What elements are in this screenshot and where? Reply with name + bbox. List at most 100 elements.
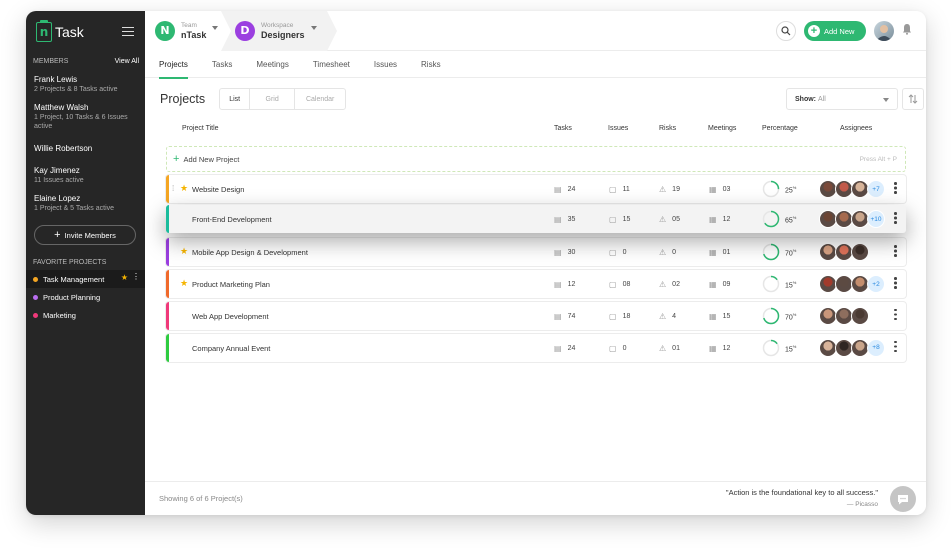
table-row[interactable]: Company Annual Event ▤ 24 ▢ 0 ⚠ 01 ▦ 12 15% +8: [166, 333, 906, 362]
add-new-project-row[interactable]: + Add New Project Press Alt + P: [166, 146, 906, 172]
bell-icon[interactable]: [902, 22, 912, 40]
page-header: Projects List Grid Calendar Show: All: [145, 78, 926, 120]
risks-count: ⚠ 01: [659, 344, 680, 353]
team-selector[interactable]: N Team nTask: [145, 11, 231, 51]
more-vertical-icon[interactable]: [894, 308, 897, 321]
sort-button[interactable]: [902, 88, 924, 110]
tab-issues[interactable]: Issues: [374, 51, 397, 78]
view-calendar[interactable]: Calendar: [295, 89, 345, 109]
meetings-value: 09: [722, 281, 731, 289]
table-header: Project Title Tasks Issues Risks Meeting…: [145, 120, 926, 140]
table-row[interactable]: ★ Mobile App Design & Development ▤ 30 ▢ 0 ⚠ 0 ▦…: [166, 238, 906, 267]
favorite-project-item[interactable]: Product Planning: [26, 288, 145, 306]
show-filter-select[interactable]: Show: All: [786, 88, 898, 110]
member-item[interactable]: Frank Lewis 2 Projects & 8 Tasks active: [26, 71, 145, 98]
more-vertical-icon[interactable]: [894, 340, 897, 353]
more-vertical-icon[interactable]: [894, 277, 897, 289]
tab-timesheet[interactable]: Timesheet: [313, 51, 350, 78]
assignee-avatar[interactable]: [851, 243, 869, 262]
table-row[interactable]: Web App Development ▤ 74 ▢ 18 ⚠ 4 ▦ 15 70%: [166, 301, 906, 330]
add-new-button[interactable]: + Add New: [804, 21, 866, 41]
table-row[interactable]: Front-End Development ▤ 35 ▢ 15 ⚠ 05 ▦ 12 65% +10: [166, 205, 906, 233]
more-assignees-badge[interactable]: +8: [867, 338, 885, 357]
issues-count: ▢ 11: [609, 185, 630, 194]
quote: "Action is the foundational key to all s…: [726, 488, 878, 508]
more-assignees-badge[interactable]: +2: [867, 275, 885, 294]
invite-members-button[interactable]: + Invite Members: [34, 225, 136, 245]
project-name[interactable]: Product Marketing Plan: [192, 280, 270, 289]
favorite-project-item[interactable]: Task Management ★ ⋮: [26, 270, 145, 288]
star-icon[interactable]: ★: [180, 278, 188, 289]
more-assignees-badge[interactable]: +7: [867, 180, 885, 198]
assignee-avatars[interactable]: [819, 306, 869, 325]
user-avatar[interactable]: [874, 21, 894, 41]
tab-projects[interactable]: Projects: [159, 51, 188, 79]
meetings-count: ▦ 01: [709, 248, 730, 257]
project-color-bar: [166, 175, 169, 203]
tab-meetings[interactable]: Meetings: [256, 51, 288, 78]
assignee-avatars[interactable]: +10: [819, 210, 885, 228]
project-name[interactable]: Web App Development: [192, 312, 269, 321]
more-vertical-icon[interactable]: [894, 245, 897, 257]
star-icon[interactable]: ★: [180, 246, 188, 257]
assignee-avatars[interactable]: +8: [819, 338, 885, 357]
favorite-project-item[interactable]: Marketing: [26, 306, 145, 324]
view-list[interactable]: List: [220, 89, 251, 109]
favorite-projects-list: Task Management ★ ⋮ Product Planning Marketi…: [26, 270, 145, 324]
app-window: n Task MEMBERS View All Frank Lewis 2 Pro…: [26, 11, 926, 515]
sidebar: n Task MEMBERS View All Frank Lewis 2 Pro…: [26, 11, 145, 515]
project-name[interactable]: Front-End Development: [192, 215, 272, 224]
col-tasks[interactable]: Tasks: [554, 125, 572, 132]
project-color-dot: [33, 276, 38, 282]
more-assignees-badge[interactable]: +10: [867, 210, 885, 228]
project-name[interactable]: Company Annual Event: [192, 344, 270, 353]
assignee-avatar[interactable]: [851, 306, 869, 325]
main-panel: N Team nTask D Workspace Designers + Add…: [145, 11, 926, 515]
project-name[interactable]: Mobile App Design & Development: [192, 248, 308, 257]
add-project-shortcut-hint: Press Alt + P: [859, 155, 897, 163]
tasks-icon: ▤: [554, 280, 562, 290]
footer: Showing 6 of 6 Project(s) "Action is the…: [145, 481, 926, 515]
percent-sign: %: [792, 343, 797, 349]
search-button[interactable]: [776, 21, 796, 41]
col-percentage[interactable]: Percentage: [762, 125, 798, 132]
risks-value: 0: [672, 249, 677, 257]
chat-button[interactable]: [890, 486, 916, 512]
assignee-avatars[interactable]: [819, 243, 869, 262]
col-assignees[interactable]: Assignees: [840, 125, 872, 132]
view-all-link[interactable]: View All: [115, 58, 139, 65]
tab-risks[interactable]: Risks: [421, 51, 441, 78]
more-vertical-icon[interactable]: [894, 212, 897, 224]
view-grid[interactable]: Grid: [250, 89, 296, 109]
project-name[interactable]: Website Design: [192, 185, 244, 194]
col-risks[interactable]: Risks: [659, 125, 676, 132]
risks-count: ⚠ 02: [659, 280, 680, 289]
star-icon[interactable]: ★: [121, 273, 128, 282]
risks-count: ⚠ 19: [659, 185, 680, 194]
drag-handle-icon[interactable]: ⁞: [172, 184, 174, 193]
assignee-avatars[interactable]: +7: [819, 180, 885, 198]
menu-icon[interactable]: [122, 27, 134, 36]
member-item[interactable]: Kay Jimenez 11 Issues active: [26, 162, 145, 189]
workspace-selector[interactable]: D Workspace Designers: [221, 11, 337, 51]
table-row[interactable]: ⁞ ★ Website Design ▤ 24 ▢ 11 ⚠ 19 ▦ 03 25% +7: [166, 175, 906, 203]
plus-icon: +: [173, 153, 180, 165]
issues-value: 08: [622, 281, 631, 289]
assignee-avatars[interactable]: +2: [819, 275, 885, 294]
tab-tasks[interactable]: Tasks: [212, 51, 232, 78]
col-project-title[interactable]: Project Title: [182, 125, 219, 132]
risks-value: 05: [672, 216, 680, 223]
calendar-icon: ▦: [709, 248, 717, 258]
more-vertical-icon[interactable]: ⋮: [132, 272, 140, 281]
table-row[interactable]: ★ Product Marketing Plan ▤ 12 ▢ 08 ⚠ 02 ▦ 09 15% +2: [166, 270, 906, 299]
more-vertical-icon[interactable]: [894, 182, 897, 194]
member-item[interactable]: Willie Robertson: [26, 136, 145, 161]
project-color-bar: [166, 270, 169, 299]
member-item[interactable]: Elaine Lopez 1 Project & 5 Tasks active: [26, 190, 145, 217]
member-item[interactable]: Matthew Walsh 1 Project, 10 Tasks & 6 Iss…: [26, 99, 145, 135]
chevron-down-icon: [310, 25, 317, 30]
col-issues[interactable]: Issues: [608, 125, 628, 132]
star-icon[interactable]: ★: [180, 183, 188, 194]
workspace-avatar: D: [235, 20, 255, 41]
col-meetings[interactable]: Meetings: [708, 125, 736, 132]
